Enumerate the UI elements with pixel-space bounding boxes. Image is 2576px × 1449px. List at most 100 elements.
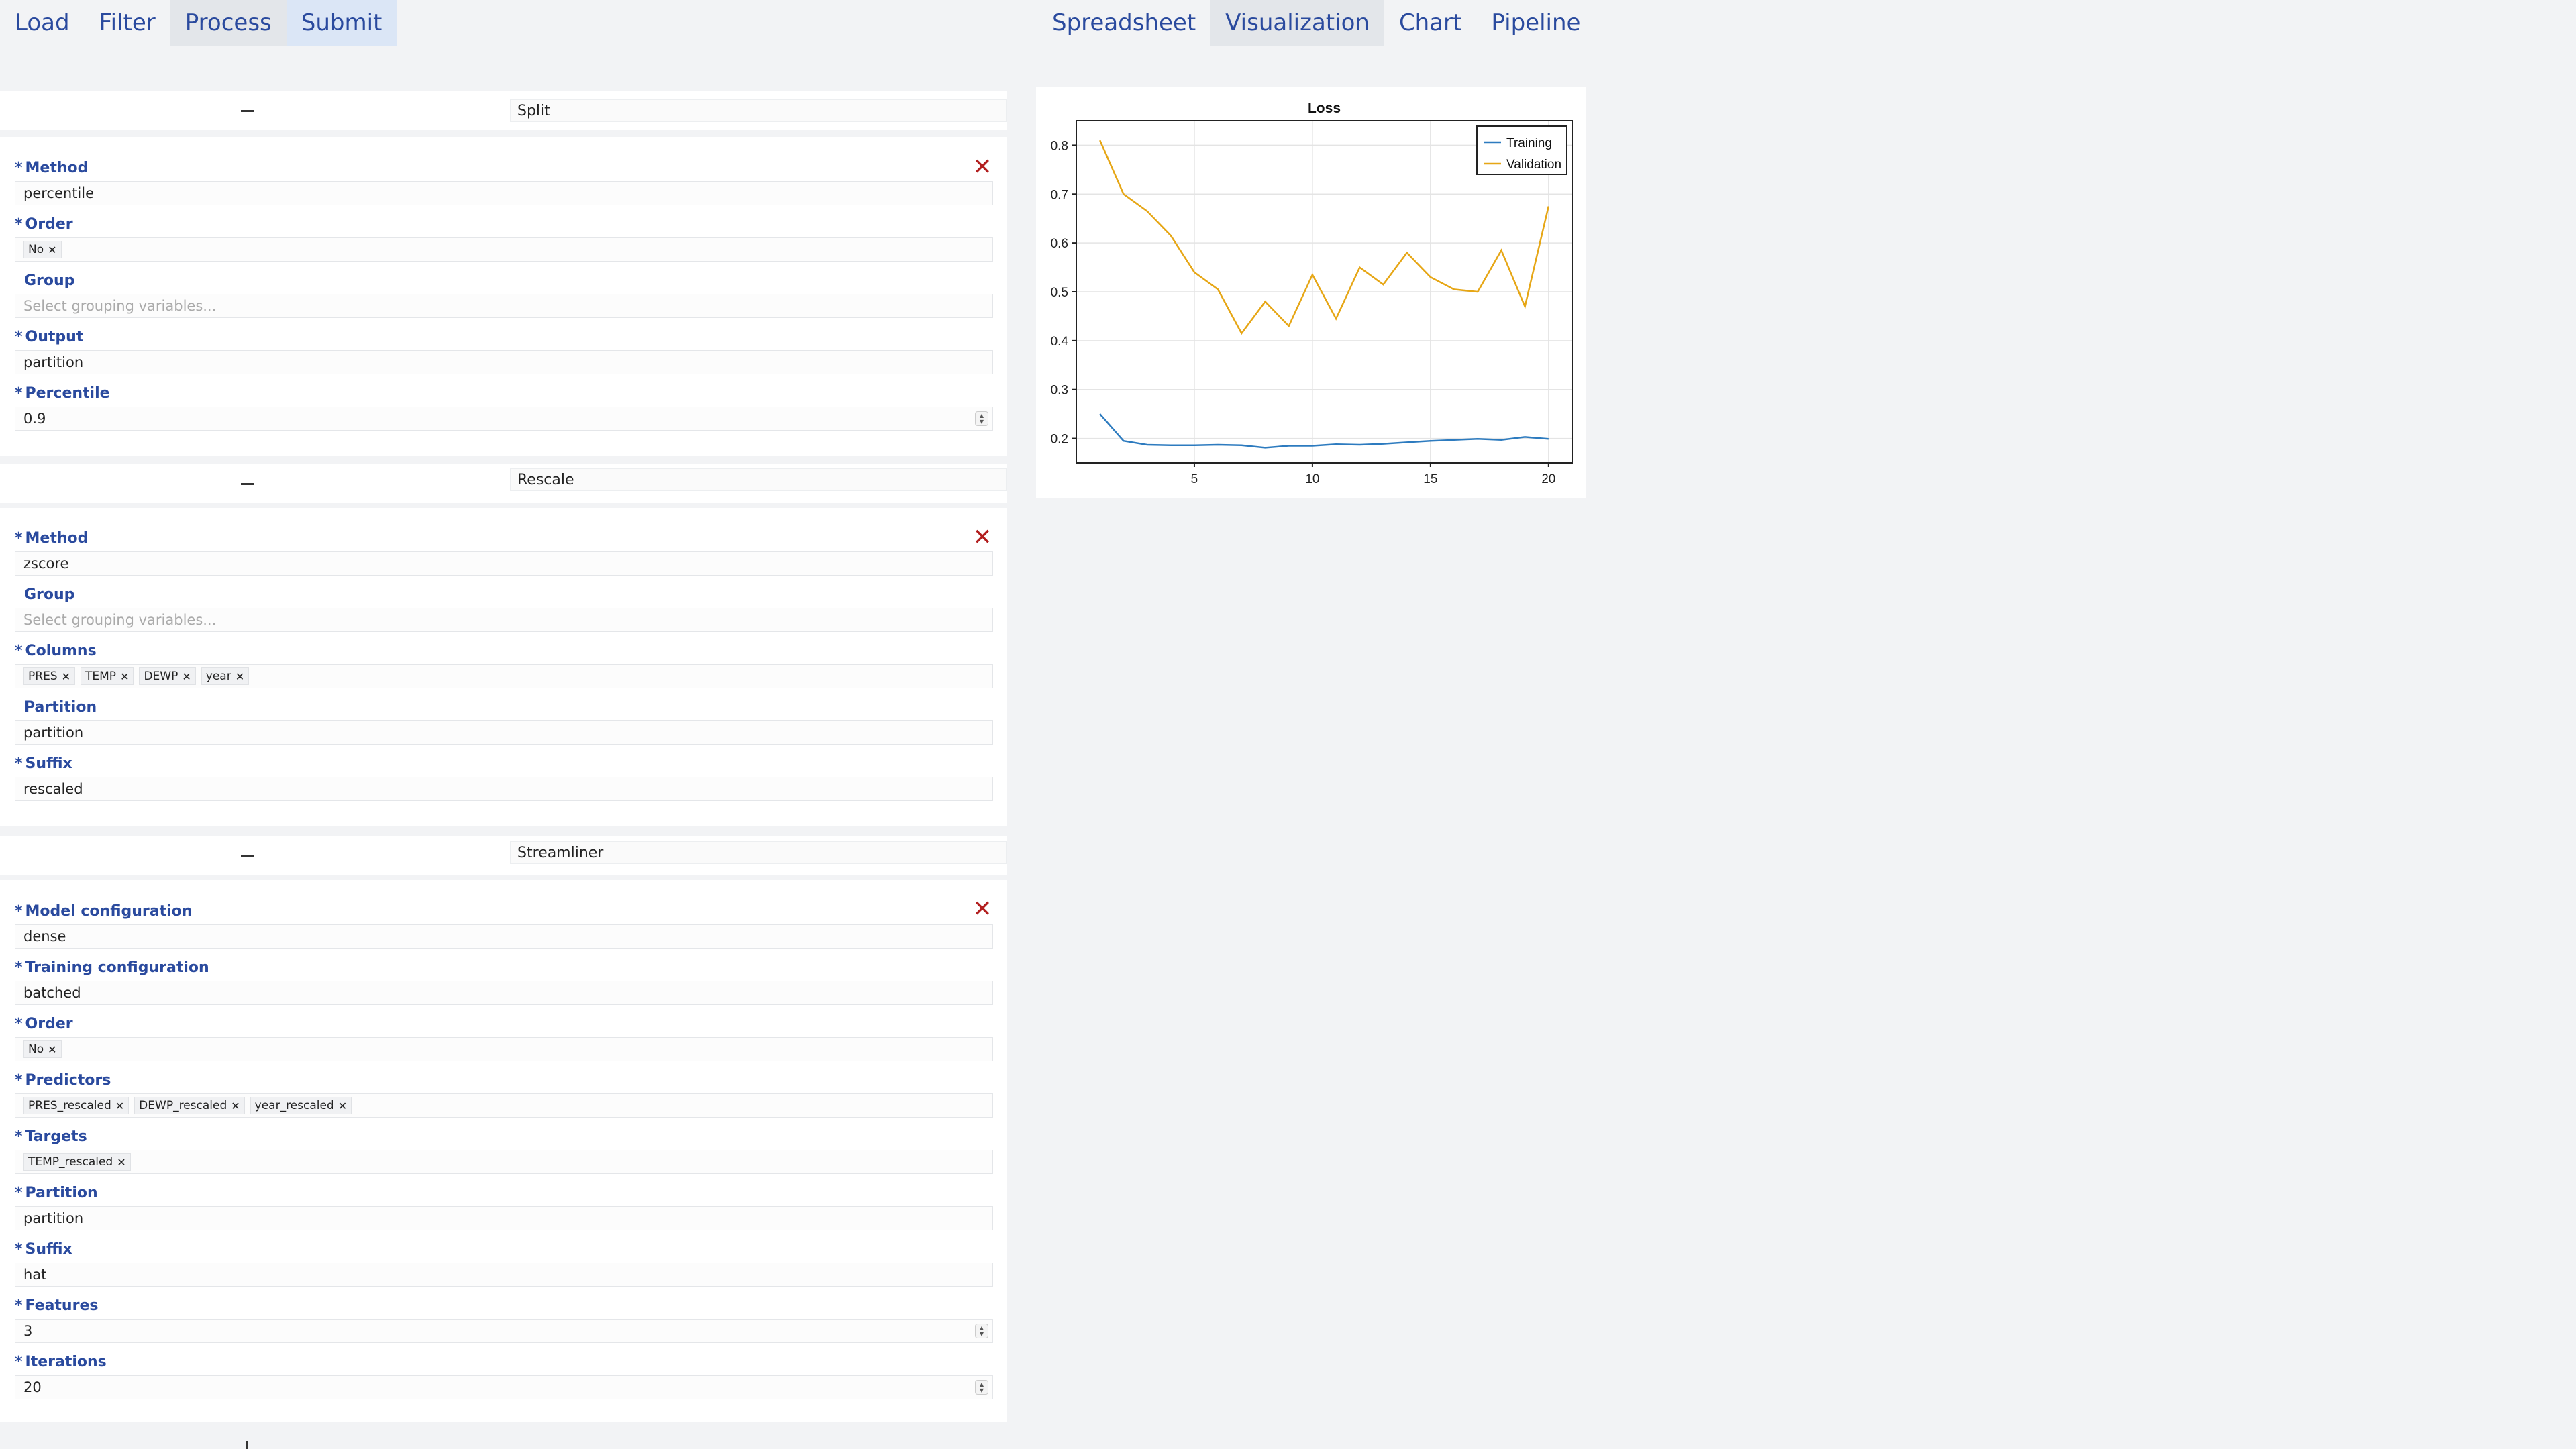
- order-label: * Order: [15, 216, 73, 233]
- nav-visualization[interactable]: Visualization: [1210, 0, 1384, 46]
- x-tick-label: 5: [1191, 472, 1198, 486]
- x-icon[interactable]: ✕: [182, 670, 191, 683]
- model-config-label: * Model configuration: [15, 903, 193, 920]
- suffix-field[interactable]: rescaled: [15, 777, 993, 801]
- tag: TEMP_rescaled ✕: [23, 1153, 131, 1171]
- tag: PRES ✕: [23, 667, 76, 685]
- rescale-step-body: ✕ * Method zscore Group Select grouping v…: [0, 508, 1007, 826]
- x-icon[interactable]: ✕: [115, 1099, 124, 1112]
- stepper-icon[interactable]: ▲ ▼: [975, 1324, 988, 1338]
- y-tick-label: 0.5: [1051, 286, 1068, 300]
- columns-label: * Columns: [15, 643, 97, 659]
- tag: year ✕: [201, 667, 250, 685]
- targets-label: * Targets: [15, 1128, 87, 1145]
- partition-field[interactable]: partition: [15, 720, 993, 745]
- x-icon[interactable]: ✕: [120, 670, 129, 683]
- next-step-marker: [246, 1441, 248, 1449]
- output-label: * Output: [15, 329, 84, 345]
- chart-title: Loss: [1308, 101, 1341, 116]
- tag: No ✕: [23, 241, 62, 258]
- minus-icon[interactable]: [236, 845, 259, 865]
- y-tick-label: 0.8: [1051, 139, 1068, 153]
- targets-field[interactable]: TEMP_rescaled ✕: [15, 1150, 993, 1174]
- streamliner-step-header: Streamliner: [0, 836, 1007, 875]
- iterations-field[interactable]: 20 ▲ ▼: [15, 1375, 993, 1399]
- predictors-label: * Predictors: [15, 1072, 111, 1089]
- x-tick-label: 20: [1541, 472, 1555, 486]
- method-field[interactable]: zscore: [15, 551, 993, 576]
- stepper-icon[interactable]: ▲ ▼: [975, 1380, 988, 1395]
- tag: No ✕: [23, 1040, 62, 1058]
- minus-icon[interactable]: [236, 101, 259, 121]
- nav-submit[interactable]: Submit: [286, 0, 397, 46]
- stepper-icon[interactable]: ▲ ▼: [975, 411, 988, 426]
- features-label: * Features: [15, 1297, 99, 1314]
- columns-field[interactable]: PRES ✕ TEMP ✕ DEWP ✕ year ✕: [15, 664, 993, 688]
- step-name-rescale[interactable]: Rescale: [510, 468, 1007, 491]
- minus-icon[interactable]: [236, 474, 259, 494]
- x-icon[interactable]: ✕: [231, 1099, 240, 1112]
- loss-chart: Loss 5 10 15 20 0.2 0.3 0.4 0.5 0.6 0.7 0.8 Training…: [1051, 101, 1573, 486]
- order-field[interactable]: No ✕: [15, 1037, 993, 1061]
- x-icon[interactable]: ✕: [62, 670, 70, 683]
- percentile-field[interactable]: 0.9 ▲ ▼: [15, 407, 993, 431]
- tag: DEWP_rescaled ✕: [134, 1097, 245, 1114]
- x-icon[interactable]: ✕: [236, 670, 244, 683]
- y-tick-label: 0.4: [1051, 335, 1069, 349]
- nav-chart[interactable]: Chart: [1384, 0, 1476, 46]
- x-icon[interactable]: ✕: [338, 1099, 347, 1112]
- iterations-label: * Iterations: [15, 1354, 107, 1371]
- close-icon[interactable]: ✕: [972, 156, 992, 178]
- y-tick-label: 0.7: [1051, 188, 1068, 202]
- group-label: Group: [24, 586, 75, 603]
- nav-load[interactable]: Load: [0, 0, 85, 46]
- predictors-field[interactable]: PRES_rescaled ✕ DEWP_rescaled ✕ year_resca…: [15, 1093, 993, 1118]
- nav-filter[interactable]: Filter: [85, 0, 170, 46]
- y-tick-label: 0.2: [1051, 433, 1068, 447]
- x-icon[interactable]: ✕: [48, 1043, 56, 1056]
- close-icon[interactable]: ✕: [972, 526, 992, 549]
- tag: PRES_rescaled ✕: [23, 1097, 130, 1114]
- method-label: * Method: [15, 160, 89, 176]
- suffix-label: * Suffix: [15, 1241, 72, 1258]
- method-field[interactable]: percentile: [15, 181, 993, 205]
- order-field[interactable]: No ✕: [15, 237, 993, 262]
- loss-chart-panel: Loss 5 10 15 20 0.2 0.3 0.4 0.5 0.6 0.7 0.8 Training…: [1036, 87, 1586, 498]
- nav-process[interactable]: Process: [170, 0, 287, 46]
- y-tick-label: 0.3: [1051, 384, 1068, 398]
- streamliner-step-body: ✕ * Model configuration dense * Training c…: [0, 880, 1007, 1422]
- model-config-field[interactable]: dense: [15, 924, 993, 949]
- series-line-training: [1099, 413, 1549, 449]
- tag: year_rescaled ✕: [250, 1097, 352, 1114]
- x-tick-label: 10: [1305, 472, 1319, 486]
- split-step-header: Split: [0, 91, 1007, 130]
- suffix-label: * Suffix: [15, 755, 72, 772]
- nav-pipeline[interactable]: Pipeline: [1476, 0, 1595, 46]
- legend-label: Training: [1506, 136, 1552, 150]
- partition-label: Partition: [24, 699, 97, 716]
- process-nav: Load Filter Process Submit: [0, 0, 397, 46]
- method-label: * Method: [15, 530, 89, 547]
- x-icon[interactable]: ✕: [48, 244, 56, 256]
- tag: DEWP ✕: [139, 667, 196, 685]
- partition-field[interactable]: partition: [15, 1206, 993, 1230]
- features-field[interactable]: 3 ▲ ▼: [15, 1319, 993, 1343]
- group-label: Group: [24, 272, 75, 289]
- suffix-field[interactable]: hat: [15, 1263, 993, 1287]
- step-name-streamliner[interactable]: Streamliner: [510, 841, 1007, 864]
- x-tick-label: 15: [1423, 472, 1437, 486]
- group-field[interactable]: Select grouping variables...: [15, 608, 993, 632]
- percentile-label: * Percentile: [15, 385, 110, 402]
- close-icon[interactable]: ✕: [972, 898, 992, 920]
- output-field[interactable]: partition: [15, 350, 993, 374]
- y-tick-label: 0.6: [1051, 237, 1068, 251]
- training-config-field[interactable]: batched: [15, 981, 993, 1005]
- x-icon[interactable]: ✕: [117, 1156, 125, 1169]
- rescale-step-header: Rescale: [0, 464, 1007, 503]
- legend-label: Validation: [1506, 158, 1561, 172]
- group-field[interactable]: Select grouping variables...: [15, 294, 993, 318]
- training-config-label: * Training configuration: [15, 959, 209, 976]
- partition-label: * Partition: [15, 1185, 98, 1201]
- nav-spreadsheet[interactable]: Spreadsheet: [1037, 0, 1210, 46]
- step-name-split[interactable]: Split: [510, 99, 1007, 122]
